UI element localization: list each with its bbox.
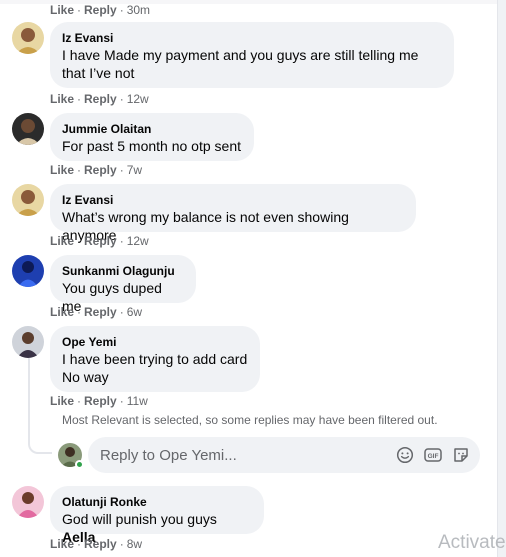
avatar[interactable] — [12, 255, 44, 287]
like-button[interactable]: Like — [50, 305, 74, 319]
avatar[interactable] — [12, 22, 44, 54]
online-status-dot — [75, 460, 84, 469]
like-button[interactable]: Like — [50, 92, 74, 106]
avatar[interactable] — [12, 113, 44, 145]
comment-text-prefix: God will punish you guys — [62, 511, 217, 527]
separator: · — [119, 92, 124, 106]
separator: · — [77, 3, 82, 17]
comment-actions: Like · Reply · 8w — [50, 536, 142, 552]
svg-text:GIF: GIF — [428, 453, 439, 460]
comment-bubble: Jummie Olaitan For past 5 month no otp s… — [50, 113, 254, 161]
separator: · — [119, 305, 124, 319]
comment-bubble: Olatunji Ronke God will punish you guys … — [50, 486, 264, 545]
avatar[interactable] — [12, 326, 44, 358]
reply-button[interactable]: Reply — [84, 537, 117, 551]
scrollbar-track[interactable] — [497, 0, 506, 557]
reply-button[interactable]: Reply — [84, 394, 117, 408]
comment-text: For past 5 month no otp sent — [62, 138, 241, 154]
thread-line — [28, 358, 52, 454]
comment-actions: Like · Reply · 30m — [50, 2, 150, 18]
like-button[interactable]: Like — [50, 163, 74, 177]
comment-time[interactable]: 6w — [127, 305, 142, 319]
separator: · — [119, 3, 124, 17]
reply-button[interactable]: Reply — [84, 305, 117, 319]
comment-bubble: Ope Yemi I have been trying to add card … — [50, 326, 260, 392]
comment-bubble: Iz Evansi I have Made my payment and you… — [50, 22, 454, 88]
comment-author[interactable]: Sunkanmi Olagunju — [62, 263, 184, 279]
like-button[interactable]: Like — [50, 3, 74, 17]
comment-time[interactable]: 30m — [127, 3, 150, 17]
reply-composer: GIF — [58, 437, 480, 473]
reply-input[interactable] — [88, 437, 378, 473]
comment-author[interactable]: Olatunji Ronke — [62, 494, 252, 510]
separator: · — [77, 234, 82, 248]
like-button[interactable]: Like — [50, 537, 74, 551]
comment-time[interactable]: 11w — [127, 394, 148, 408]
separator: · — [77, 394, 82, 408]
comment-author[interactable]: Iz Evansi — [62, 192, 404, 208]
comment-actions: Like · Reply · 12w — [50, 91, 149, 107]
comment-author[interactable]: Ope Yemi — [62, 334, 248, 350]
comment-time[interactable]: 8w — [127, 537, 142, 551]
comment-text: I have Made my payment and you guys are … — [62, 47, 419, 81]
like-button[interactable]: Like — [50, 394, 74, 408]
comment-text: I have been trying to add card No way — [62, 351, 248, 385]
gif-icon[interactable]: GIF — [424, 446, 442, 464]
like-button[interactable]: Like — [50, 234, 74, 248]
separator: · — [119, 163, 124, 177]
emoji-icon[interactable] — [396, 446, 414, 464]
reply-button[interactable]: Reply — [84, 234, 117, 248]
separator: · — [119, 394, 124, 408]
separator: · — [77, 92, 82, 106]
comment-time[interactable]: 12w — [127, 234, 149, 248]
comment-actions: Like · Reply · 11w — [50, 393, 148, 409]
separator: · — [77, 537, 82, 551]
comment-bubble: Iz Evansi What’s wrong my balance is not… — [50, 184, 416, 243]
avatar[interactable] — [12, 486, 44, 518]
comment-author[interactable]: Iz Evansi — [62, 30, 442, 46]
separator: · — [77, 305, 82, 319]
avatar[interactable] — [12, 184, 44, 216]
reply-button[interactable]: Reply — [84, 3, 117, 17]
comment-time[interactable]: 12w — [127, 92, 149, 106]
comment-author[interactable]: Jummie Olaitan — [62, 121, 242, 137]
separator: · — [119, 234, 124, 248]
reply-button[interactable]: Reply — [84, 92, 117, 106]
comment-time[interactable]: 7w — [127, 163, 142, 177]
comment-actions: Like · Reply · 6w — [50, 304, 142, 320]
separator: · — [119, 537, 124, 551]
comment-bubble: Sunkanmi Olagunju You guys duped me — [50, 255, 196, 314]
comment-actions: Like · Reply · 12w — [50, 233, 149, 249]
sticker-icon[interactable] — [452, 446, 470, 464]
filtered-notice: Most Relevant is selected, so some repli… — [62, 413, 438, 427]
reply-button[interactable]: Reply — [84, 163, 117, 177]
reply-input-container: GIF — [88, 437, 480, 473]
activation-watermark: Activate — [438, 532, 506, 553]
separator: · — [77, 163, 82, 177]
comment-actions: Like · Reply · 7w — [50, 162, 142, 178]
